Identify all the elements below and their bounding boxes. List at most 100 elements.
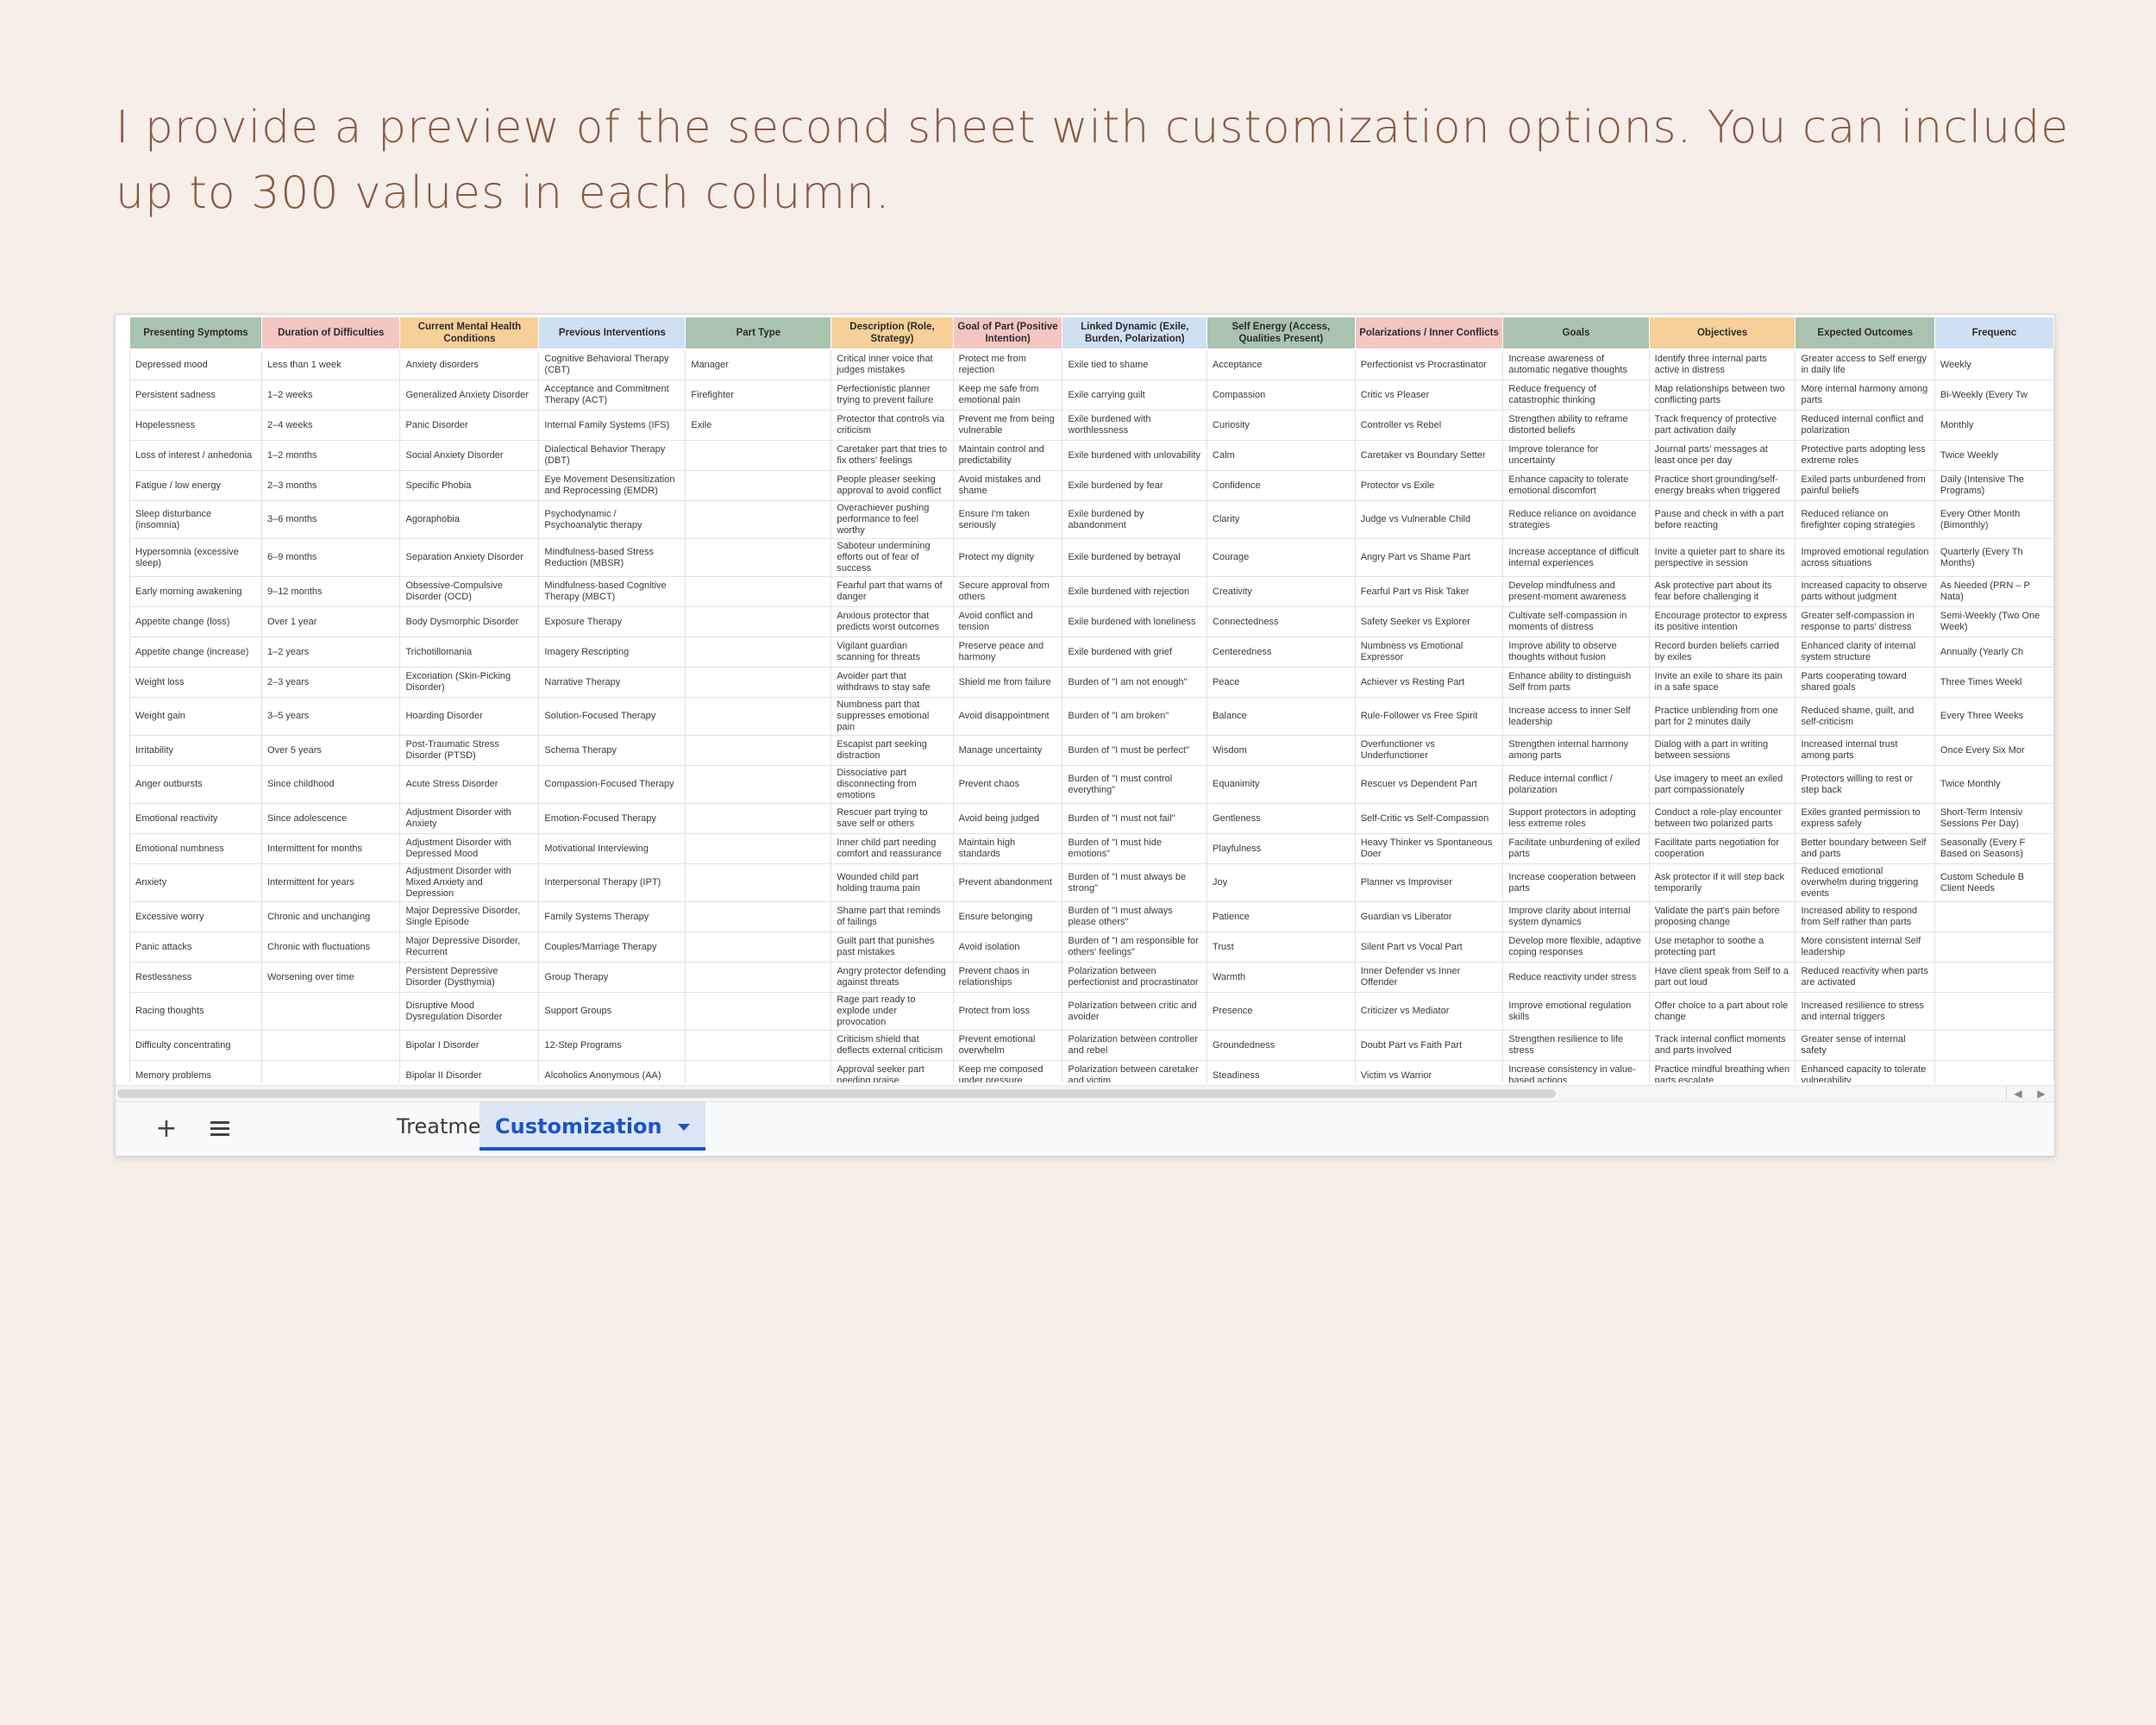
table-cell[interactable]: More consistent internal Self leadership xyxy=(1795,932,1935,963)
table-cell[interactable]: Custom Schedule B Client Needs xyxy=(1934,863,2054,902)
table-cell[interactable]: Over 5 years xyxy=(260,735,401,766)
table-cell[interactable]: Improve ability to observe thoughts with… xyxy=(1502,637,1650,668)
table-cell[interactable]: Protective parts adopting less extreme r… xyxy=(1795,440,1935,471)
table-cell[interactable]: Increased internal trust among parts xyxy=(1795,735,1935,766)
scrollbar-thumb[interactable] xyxy=(117,1089,1556,1098)
table-cell[interactable]: Burden of "I am not enough" xyxy=(1062,667,1208,698)
table-cell[interactable]: Reduce reactivity under stress xyxy=(1502,962,1650,993)
table-cell[interactable]: Creativity xyxy=(1206,576,1356,607)
table-cell[interactable]: Dialectical Behavior Therapy (DBT) xyxy=(538,440,686,471)
table-cell[interactable]: Narrative Therapy xyxy=(538,667,686,698)
table-cell[interactable]: Appetite change (increase) xyxy=(129,637,262,668)
table-cell[interactable]: Irritability xyxy=(129,735,262,766)
table-cell[interactable]: Exile burdened with worthlessness xyxy=(1062,410,1208,441)
table-cell[interactable]: Planner vs Improviser xyxy=(1354,863,1504,902)
table-cell[interactable]: Increase consistency in value-based acti… xyxy=(1502,1060,1650,1082)
table-cell[interactable]: Victim vs Warrior xyxy=(1354,1060,1504,1082)
table-cell[interactable]: Controller vs Rebel xyxy=(1354,410,1504,441)
table-cell[interactable]: Reduce frequency of catastrophic thinkin… xyxy=(1502,380,1650,411)
table-cell[interactable]: Enhanced capacity to tolerate vulnerabil… xyxy=(1795,1060,1935,1082)
table-cell[interactable] xyxy=(1934,962,2054,993)
table-cell[interactable]: Once Every Six Mor xyxy=(1934,735,2054,766)
table-cell[interactable] xyxy=(685,803,832,834)
table-cell[interactable]: Pause and check in with a part before re… xyxy=(1648,500,1796,539)
table-cell[interactable]: Silent Part vs Vocal Part xyxy=(1354,932,1504,963)
table-cell[interactable]: Annually (Yearly Ch xyxy=(1934,637,2054,668)
table-cell[interactable]: Reduced emotional overwhelm during trigg… xyxy=(1795,863,1935,902)
table-cell[interactable]: Avoid isolation xyxy=(952,932,1063,963)
table-cell[interactable] xyxy=(685,606,832,637)
table-cell[interactable]: Internal Family Systems (IFS) xyxy=(538,410,686,441)
table-cell[interactable]: Validate the part's pain before proposin… xyxy=(1648,901,1796,932)
table-cell[interactable]: Emotion-Focused Therapy xyxy=(538,803,686,834)
table-cell[interactable] xyxy=(685,1030,832,1061)
table-cell[interactable]: Numbness part that suppresses emotional … xyxy=(830,697,954,736)
column-header[interactable]: Description (Role, Strategy) xyxy=(830,317,954,350)
table-cell[interactable]: Increased resilience to stress and inter… xyxy=(1795,992,1935,1031)
table-cell[interactable]: Chronic and unchanging xyxy=(260,901,401,932)
column-header[interactable]: Presenting Symptoms xyxy=(129,317,262,350)
scroll-left-icon[interactable]: ◀ xyxy=(2006,1086,2029,1101)
table-cell[interactable]: Better boundary between Self and parts xyxy=(1795,833,1935,864)
table-cell[interactable]: Enhance capacity to tolerate emotional d… xyxy=(1502,470,1650,501)
table-cell[interactable] xyxy=(685,500,832,539)
table-cell[interactable]: Intermittent for years xyxy=(260,863,401,902)
table-cell[interactable]: Perfectionist vs Procrastinator xyxy=(1354,348,1504,380)
table-cell[interactable]: Manage uncertainty xyxy=(952,735,1063,766)
table-cell[interactable]: Adjustment Disorder with Depressed Mood xyxy=(399,833,540,864)
table-cell[interactable]: Increased ability to respond from Self r… xyxy=(1795,901,1935,932)
table-cell[interactable] xyxy=(685,637,832,668)
table-cell[interactable]: Generalized Anxiety Disorder xyxy=(399,380,540,411)
table-cell[interactable]: Burden of "I must always please others" xyxy=(1062,901,1208,932)
table-cell[interactable]: Early morning awakening xyxy=(129,576,262,607)
table-cell[interactable]: Post-Traumatic Stress Disorder (PTSD) xyxy=(399,735,540,766)
table-cell[interactable]: Firefighter xyxy=(685,380,832,411)
table-cell[interactable] xyxy=(685,576,832,607)
table-cell[interactable]: Trichotillomania xyxy=(399,637,540,668)
table-cell[interactable]: Rule-Follower vs Free Spirit xyxy=(1354,697,1504,736)
table-cell[interactable]: Track internal conflict moments and part… xyxy=(1648,1030,1796,1061)
table-cell[interactable]: Exile burdened by fear xyxy=(1062,470,1208,501)
table-cell[interactable]: Adjustment Disorder with Mixed Anxiety a… xyxy=(399,863,540,902)
table-cell[interactable]: Anxiety xyxy=(129,863,262,902)
table-cell[interactable]: Short-Term Intensiv Sessions Per Day) xyxy=(1934,803,2054,834)
table-cell[interactable]: Improve emotional regulation skills xyxy=(1502,992,1650,1031)
table-cell[interactable]: Alcoholics Anonymous (AA) xyxy=(538,1060,686,1082)
table-cell[interactable]: Greater self-compassion in response to p… xyxy=(1795,606,1935,637)
table-cell[interactable]: Shield me from failure xyxy=(952,667,1063,698)
table-cell[interactable]: 1–2 years xyxy=(260,637,401,668)
table-cell[interactable]: Mindfulness-based Stress Reduction (MBSR… xyxy=(538,538,686,577)
table-cell[interactable]: 6–9 months xyxy=(260,538,401,577)
table-cell[interactable]: Identify three internal parts active in … xyxy=(1648,348,1796,380)
column-header[interactable]: Previous Interventions xyxy=(538,317,686,350)
column-header[interactable]: Expected Outcomes xyxy=(1795,317,1935,350)
table-cell[interactable]: Daily (Intensive The Programs) xyxy=(1934,470,2054,501)
table-cell[interactable]: 1–2 weeks xyxy=(260,380,401,411)
table-cell[interactable]: Secure approval from others xyxy=(952,576,1063,607)
table-cell[interactable]: Fatigue / low energy xyxy=(129,470,262,501)
table-cell[interactable]: Rage part ready to explode under provoca… xyxy=(830,992,954,1031)
table-cell[interactable]: Burden of "I am broken" xyxy=(1062,697,1208,736)
table-cell[interactable]: Support protectors in adopting less extr… xyxy=(1502,803,1650,834)
table-cell[interactable]: Rescuer vs Dependent Part xyxy=(1354,765,1504,804)
table-cell[interactable]: Approval seeker part needing praise xyxy=(830,1060,954,1082)
table-cell[interactable]: Protect me from rejection xyxy=(952,348,1063,380)
table-cell[interactable]: Reduce internal conflict / polarization xyxy=(1502,765,1650,804)
table-cell[interactable]: Reduced shame, guilt, and self-criticism xyxy=(1795,697,1935,736)
table-cell[interactable]: Wounded child part holding trauma pain xyxy=(830,863,954,902)
table-cell[interactable]: Avoider part that withdraws to stay safe xyxy=(830,667,954,698)
table-cell[interactable]: Racing thoughts xyxy=(129,992,262,1031)
table-cell[interactable]: Agoraphobia xyxy=(399,500,540,539)
table-cell[interactable]: Strengthen internal harmony among parts xyxy=(1502,735,1650,766)
table-cell[interactable]: Strengthen resilience to life stress xyxy=(1502,1030,1650,1061)
table-cell[interactable]: Exile burdened with loneliness xyxy=(1062,606,1208,637)
table-cell[interactable]: 2–3 years xyxy=(260,667,401,698)
table-cell[interactable]: Seasonally (Every F Based on Seasons) xyxy=(1934,833,2054,864)
table-cell[interactable]: Disruptive Mood Dysregulation Disorder xyxy=(399,992,540,1031)
table-cell[interactable]: Offer choice to a part about role change xyxy=(1648,992,1796,1031)
table-cell[interactable]: Prevent me from being vulnerable xyxy=(952,410,1063,441)
table-cell[interactable]: Practice mindful breathing when parts es… xyxy=(1648,1060,1796,1082)
table-cell[interactable]: Psychodynamic / Psychoanalytic therapy xyxy=(538,500,686,539)
table-cell[interactable]: Polarization between caretaker and victi… xyxy=(1062,1060,1208,1082)
table-cell[interactable]: Criticism shield that deflects external … xyxy=(830,1030,954,1061)
